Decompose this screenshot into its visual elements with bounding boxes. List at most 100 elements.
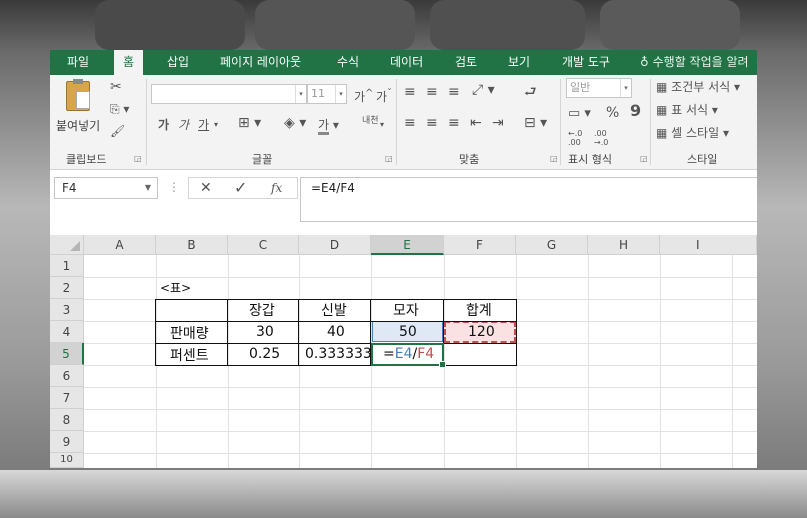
underline-button[interactable]: 가 <box>198 118 209 132</box>
chevron-down-icon: ▼ <box>144 183 151 192</box>
tab-developer[interactable]: 개발 도구 <box>562 50 610 75</box>
tab-home[interactable]: 홈 <box>114 50 144 75</box>
cell-e4: 50 <box>399 324 417 340</box>
border-icon[interactable]: ⊞ ▾ <box>238 116 261 130</box>
paste-button[interactable]: 붙여넣기 <box>56 79 101 135</box>
cell-c5: 0.25 <box>249 346 281 362</box>
comma-button[interactable]: 9 <box>630 103 641 119</box>
wrap-text-icon[interactable]: ⮐ <box>524 85 537 99</box>
formula-ref-e4: E4 <box>394 346 413 362</box>
clipboard-launcher-icon[interactable]: ◲ <box>134 154 142 163</box>
copy-icon[interactable]: ⎘ ▾ <box>110 102 129 116</box>
phonetic-button[interactable]: 내천 <box>362 116 379 126</box>
tab-insert[interactable]: 삽입 <box>167 50 189 75</box>
tab-file[interactable]: 파일 <box>67 50 89 75</box>
format-painter-icon[interactable]: 🖌 <box>110 124 125 138</box>
cell-styles-button[interactable]: ▦ 셀 스타일 ▾ <box>656 126 729 140</box>
grow-font-icon[interactable]: 가^ <box>354 87 373 104</box>
format-as-table-label: 표 서식 <box>671 103 709 117</box>
align-bottom-icon[interactable]: ≡ <box>448 85 460 99</box>
font-size-value: 11 <box>311 87 325 100</box>
shrink-font-icon[interactable]: 가ˇ <box>376 87 392 104</box>
conditional-format-icon: ▦ <box>656 80 672 94</box>
chevron-down-icon: ▾ <box>335 85 346 103</box>
decrease-decimal-button[interactable]: .00 →.0 <box>594 129 618 147</box>
clipboard-icon <box>66 79 90 111</box>
splitter-handle[interactable]: ⋮ <box>168 180 180 194</box>
table-caption: <표> <box>160 281 192 295</box>
group-divider <box>560 79 561 165</box>
paste-label: 붙여넣기 <box>56 119 101 133</box>
group-divider <box>650 79 651 165</box>
align-center-icon[interactable]: ≡ <box>426 116 438 130</box>
formula-ref-f4: F4 <box>417 346 435 362</box>
styles-group-label: 스타일 <box>687 153 718 166</box>
header-gloves: 장갑 <box>249 303 275 319</box>
format-as-table-button[interactable]: ▦ 표 서식 ▾ <box>656 103 718 117</box>
editing-formula[interactable]: =E4/F4 <box>383 346 434 362</box>
cell-styles-icon: ▦ <box>656 126 672 140</box>
lightbulb-icon: ♁ <box>640 55 653 69</box>
conditional-format-label: 조건부 서식 <box>671 80 731 94</box>
decrease-indent-icon[interactable]: ⇤ <box>470 116 482 130</box>
tab-formulas[interactable]: 수식 <box>337 50 359 75</box>
tab-data[interactable]: 데이터 <box>390 50 423 75</box>
align-middle-icon[interactable]: ≡ <box>426 85 438 99</box>
fill-color-icon[interactable]: ◈ ▾ <box>284 116 306 130</box>
excel-window: 파일 홈 삽입 페이지 레이아웃 수식 데이터 검토 보기 개발 도구 ♁ 수행… <box>50 50 757 468</box>
clipboard-group-label: 클립보드 <box>66 153 107 166</box>
table-line <box>155 343 517 344</box>
background-strip <box>0 470 807 518</box>
align-top-icon[interactable]: ≡ <box>404 85 416 99</box>
conditional-format-button[interactable]: ▦ 조건부 서식 ▾ <box>656 80 740 94</box>
background-key-left <box>95 0 245 50</box>
table-line <box>227 299 228 366</box>
formula-input[interactable]: =E4/F4 <box>300 177 757 222</box>
grow-font-glyph: 가 <box>354 90 366 104</box>
tell-me-label: 수행할 작업을 알려 <box>652 55 749 69</box>
alignment-group-label: 맞춤 <box>459 153 480 166</box>
cut-icon[interactable]: ✂ <box>110 80 122 94</box>
chevron-down-icon: ▾ <box>295 85 306 103</box>
header-total: 합계 <box>466 303 492 319</box>
tell-me-search[interactable]: ♁ 수행할 작업을 알려 <box>640 50 749 75</box>
cell-d5: 0.333333 <box>305 346 372 362</box>
chevron-down-icon[interactable]: ▾ <box>380 118 384 132</box>
align-left-icon[interactable]: ≡ <box>404 116 416 130</box>
cell-d4: 40 <box>327 324 345 340</box>
insert-function-icon[interactable]: fx <box>271 178 282 198</box>
row-label-percent: 퍼센트 <box>170 348 209 364</box>
currency-icon[interactable]: ▭ ▾ <box>568 107 591 121</box>
background-key-middle <box>255 0 415 50</box>
increase-decimal-button[interactable]: ←.0 .00 <box>568 129 592 147</box>
chevron-down-icon[interactable]: ▾ <box>214 118 218 132</box>
ribbon-tab-bar: 파일 홈 삽입 페이지 레이아웃 수식 데이터 검토 보기 개발 도구 ♁ 수행… <box>50 50 757 75</box>
tab-page-layout[interactable]: 페이지 레이아웃 <box>220 50 301 75</box>
orientation-icon[interactable]: ⤢ ▾ <box>472 83 495 97</box>
tab-view[interactable]: 보기 <box>508 50 530 75</box>
number-format-value: 일반 <box>570 81 591 94</box>
row-label-sales: 판매량 <box>170 326 209 342</box>
background-key-right <box>430 0 585 50</box>
number-format-combo[interactable]: 일반 ▾ <box>566 78 632 98</box>
percent-button[interactable]: % <box>606 106 619 120</box>
enter-icon[interactable]: ✓ <box>234 178 247 198</box>
align-right-icon[interactable]: ≡ <box>448 116 460 130</box>
increase-indent-icon[interactable]: ⇥ <box>492 116 504 130</box>
formula-buttons: ✕ ✓ fx <box>188 177 298 199</box>
alignment-launcher-icon[interactable]: ◲ <box>550 154 558 163</box>
font-size-combo[interactable]: 11 ▾ <box>307 84 347 104</box>
bold-button[interactable]: 가 <box>158 118 169 132</box>
font-launcher-icon[interactable]: ◲ <box>385 154 393 163</box>
cancel-icon[interactable]: ✕ <box>200 178 212 198</box>
merge-center-icon[interactable]: ⊟ ▾ <box>524 116 547 130</box>
font-color-button[interactable]: 가 ▾ <box>318 118 339 135</box>
number-launcher-icon[interactable]: ◲ <box>640 154 648 163</box>
formula-bar: F4 ▼ ⋮ ✕ ✓ fx =E4/F4 <box>50 171 757 229</box>
italic-button[interactable]: 가 <box>178 118 189 132</box>
chevron-down-icon: ▾ <box>620 79 631 97</box>
name-box[interactable]: F4 ▼ <box>54 177 158 199</box>
tab-review[interactable]: 검토 <box>455 50 477 75</box>
font-name-combo[interactable]: ▾ <box>151 84 307 104</box>
header-shoes: 신발 <box>321 303 347 319</box>
